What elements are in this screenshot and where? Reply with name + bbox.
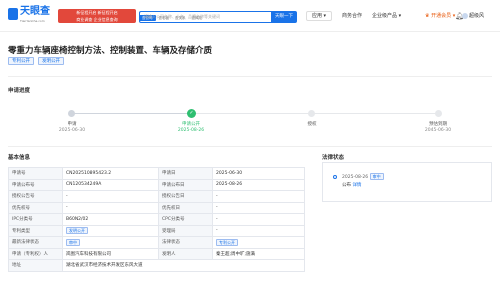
step-label-grant: 授权 <box>307 122 317 127</box>
promo-line-2: 商业调查 企业信息查询 <box>76 17 118 22</box>
progress-title: 申请进度 <box>8 88 31 94</box>
logo-mark-icon <box>8 8 18 20</box>
value-cell: 秦王超;周中旷;施满 <box>212 247 305 260</box>
key-cell: 申请日 <box>158 167 213 180</box>
value-cell: 专利公开 <box>212 236 305 249</box>
search-input[interactable]: 请输入公司名称、人名、品牌名称等关键词 <box>139 11 271 23</box>
value-cell: - <box>62 201 159 214</box>
divider <box>8 146 492 147</box>
key-cell: IPC分类号 <box>8 213 63 226</box>
key-cell: 授权公告号 <box>8 190 63 203</box>
value-cell: - <box>212 201 305 214</box>
status-badge: 审中 <box>66 238 80 246</box>
key-cell: 优先权号 <box>8 201 63 214</box>
progress-line-done <box>72 113 192 114</box>
chevron-down-icon: ▾ <box>398 13 402 19</box>
key-cell: 受理局 <box>158 224 213 237</box>
page-title: 零重力车辆座椅控制方法、控制装置、车辆及存储介质 <box>8 46 213 56</box>
search-tabs: 查公司 查老板 查关系 查风险 <box>139 4 205 21</box>
table-row: 优先权号 - 优先权日 - <box>8 201 305 214</box>
key-cell: 申请（专利权）人 <box>8 247 63 260</box>
chevron-down-icon: ▾ <box>323 13 327 19</box>
key-cell: 申请公布日 <box>158 178 213 191</box>
tag-publication: 专利公开 <box>8 57 34 65</box>
legal-entry-badge: 审中 <box>369 173 384 180</box>
table-row: IPC分类号 B60N2/02 CPC分类号 - <box>8 213 305 226</box>
step-label-apply: 申请 <box>67 122 77 127</box>
legal-state-text: 公布 <box>342 183 351 188</box>
key-cell: 法律状态 <box>158 236 213 249</box>
divider <box>8 76 492 77</box>
vip-label: 开通会员 <box>431 13 452 19</box>
table-row: 申请公布号 CN120534249A 申请公布日 2025-08-26 <box>8 178 305 191</box>
step-date-apply: 2025-06-30 <box>58 128 86 133</box>
promo-banner[interactable]: 新征程开启 新征程开启 商业调查 企业信息查询 <box>58 9 136 23</box>
step-date-expire: 2045-06-30 <box>424 128 452 133</box>
value-cell: 审中 <box>62 236 159 249</box>
key-cell: 授权公告日 <box>158 190 213 203</box>
logo-subtext: TianYanCha.com <box>20 19 45 23</box>
logo[interactable]: 天眼查 TianYanCha.com <box>8 6 52 26</box>
progress-node-expire <box>435 110 442 117</box>
legal-detail-link[interactable]: 详情 <box>352 183 361 188</box>
table-row: 授权公告号 - 授权公告日 - <box>8 190 305 203</box>
value-cell: 湖北省武汉市经济技术开发区东风大道 <box>62 259 305 272</box>
basic-info-title: 基本信息 <box>8 155 31 161</box>
value-cell: 2025-06-30 <box>212 167 305 180</box>
table-row: 地址 湖北省武汉市经济技术开发区东风大道 <box>8 259 305 272</box>
apps-label: 应用 <box>311 13 322 19</box>
top-bar: 天眼查 TianYanCha.com 新征程开启 新征程开启 商业调查 企业信息… <box>0 0 500 32</box>
search-button[interactable]: 天眼一下 <box>271 11 297 23</box>
nav-enterprise-label: 企业级产品 <box>372 13 398 19</box>
vip-button[interactable]: ♛ 开通会员 ▾ <box>425 12 455 20</box>
value-cell: - <box>212 213 305 226</box>
key-cell: 地址 <box>8 259 63 272</box>
key-cell: 优先权日 <box>158 201 213 214</box>
table-row: 申请号 CN202510895423.2 申请日 2025-06-30 <box>8 167 305 180</box>
progress-node-apply <box>68 110 75 117</box>
step-label-publish: 申请公开 <box>182 122 200 127</box>
progress-line-pending <box>192 113 438 114</box>
legal-entry-date: 2025-08-26 审中 <box>342 173 384 180</box>
legal-status-badge: 专利公开 <box>216 238 238 246</box>
key-cell: 最新法律状态 <box>8 236 63 249</box>
legal-status-panel: 2025-08-26 审中 公布 详情 <box>322 162 492 202</box>
value-cell: 2025-08-26 <box>212 178 305 191</box>
applicant-link[interactable]: 岚图汽车科技有限公司 <box>62 247 159 260</box>
basic-info-table: 申请号 CN202510895423.2 申请日 2025-06-30 申请公布… <box>8 167 305 272</box>
table-row: 最新法律状态 审中 法律状态 专利公开 <box>8 236 305 249</box>
nav-enterprise[interactable]: 企业级产品 ▾ <box>372 12 401 20</box>
patent-type-badge: 发明公开 <box>66 227 88 235</box>
crown-icon: ♛ <box>425 13 430 19</box>
avatar[interactable] <box>462 13 468 19</box>
check-icon: ✓ <box>187 109 196 118</box>
progress-node-grant <box>308 110 315 117</box>
value-cell: CN120534249A <box>62 178 159 191</box>
logo-text: 天眼查 <box>20 6 50 17</box>
key-cell: 专利类型 <box>8 224 63 237</box>
timeline-dot-icon <box>333 175 337 179</box>
key-cell: 申请号 <box>8 167 63 180</box>
user-name[interactable]: 超级风 <box>469 12 484 20</box>
nav-business[interactable]: 商务合作 <box>342 12 362 20</box>
value-cell: CN202510895423.2 <box>62 167 159 180</box>
value-cell: - <box>62 190 159 203</box>
apps-button[interactable]: 应用 ▾ <box>306 11 332 21</box>
step-date-publish: 2025-08-26 <box>177 128 205 133</box>
promo-line-1: 新征程开启 新征程开启 <box>76 10 118 15</box>
legal-date-text: 2025-08-26 <box>342 175 369 180</box>
legal-status-title: 法律状态 <box>322 155 345 161</box>
value-cell: - <box>212 190 305 203</box>
value-cell: - <box>212 224 305 237</box>
legal-entry-state: 公布 详情 <box>342 182 361 188</box>
step-label-expire: 预估到期 <box>429 122 447 127</box>
key-cell: CPC分类号 <box>158 213 213 226</box>
value-cell: B60N2/02 <box>62 213 159 226</box>
key-cell: 发明人 <box>158 247 213 260</box>
key-cell: 申请公布号 <box>8 178 63 191</box>
value-cell: 发明公开 <box>62 224 159 237</box>
tag-invention: 发明公开 <box>38 57 64 65</box>
table-row: 专利类型 发明公开 受理局 - <box>8 224 305 237</box>
table-row: 申请（专利权）人 岚图汽车科技有限公司 发明人 秦王超;周中旷;施满 <box>8 247 305 260</box>
